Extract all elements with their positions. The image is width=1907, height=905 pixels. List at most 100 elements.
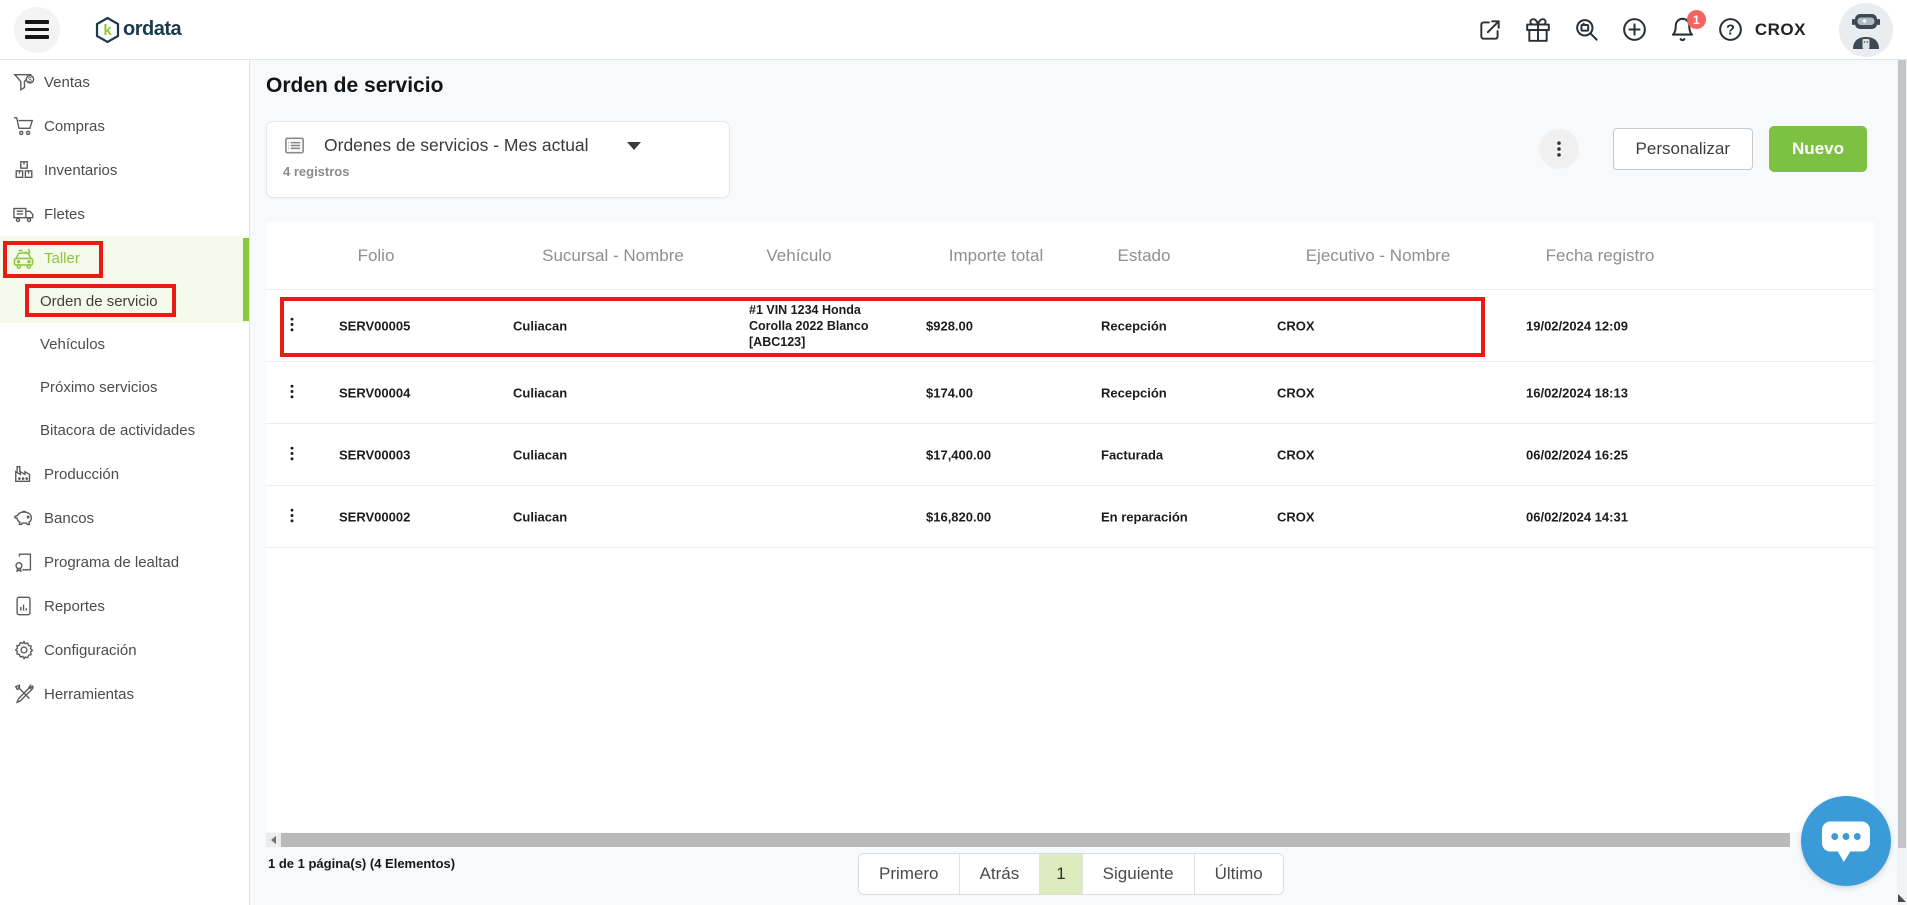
- sidebar-item-label: Bitacora de actividades: [40, 422, 195, 439]
- app-root: { "topbar": { "logo": { "letter": "k", "…: [0, 0, 1907, 905]
- cell-ejecutivo: CROX: [1277, 447, 1315, 462]
- sidebar-item-proximo-servicios[interactable]: Próximo servicios: [0, 366, 249, 409]
- logo-text: ordata: [123, 18, 181, 41]
- service-orders-table: Folio Sucursal - Nombre Vehículo Importe…: [266, 222, 1874, 832]
- advanced-search-icon[interactable]: [1573, 16, 1600, 43]
- notifications-bell-icon[interactable]: 1: [1669, 16, 1696, 43]
- pagination: Primero Atrás 1 Siguiente Último: [858, 853, 1284, 895]
- sidebar-active-section: Taller Orden de servicio: [0, 236, 249, 323]
- pagination-next-button[interactable]: Siguiente: [1082, 854, 1194, 894]
- sidebar-item-label: Taller: [44, 250, 80, 267]
- sidebar-item-bancos[interactable]: Bancos: [0, 496, 249, 540]
- row-actions-button[interactable]: [284, 505, 300, 528]
- sidebar-item-herramientas[interactable]: Herramientas: [0, 672, 249, 716]
- cell-folio: SERV00005: [339, 318, 410, 333]
- cell-importe: $17,400.00: [926, 447, 991, 462]
- cell-estado: Facturada: [1101, 447, 1163, 462]
- cell-ejecutivo: CROX: [1277, 318, 1315, 333]
- sidebar-item-configuracion[interactable]: Configuración: [0, 628, 249, 672]
- hamburger-menu-button[interactable]: [14, 7, 60, 53]
- tools-icon: [10, 681, 38, 707]
- sidebar-item-fletes[interactable]: Fletes: [0, 192, 249, 236]
- cell-folio: SERV00002: [339, 509, 410, 524]
- sidebar-item-label: Vehículos: [40, 336, 105, 353]
- sales-funnel-icon: $: [10, 69, 38, 95]
- svg-text:$: $: [28, 77, 32, 84]
- cell-estado: Recepción: [1101, 318, 1167, 333]
- sidebar-item-programa-de-lealtad[interactable]: Programa de lealtad: [0, 540, 249, 584]
- user-avatar[interactable]: [1839, 3, 1893, 57]
- sidebar-item-label: Fletes: [44, 206, 85, 223]
- kebab-icon: [1549, 139, 1569, 159]
- sidebar-item-taller[interactable]: Taller: [0, 236, 249, 280]
- sidebar-item-vehiculos[interactable]: Vehículos: [0, 323, 249, 366]
- create-new-icon[interactable]: [1621, 16, 1648, 43]
- main-content: Orden de servicio Ordenes de servicios -…: [250, 60, 1897, 905]
- pagination-prev-button[interactable]: Atrás: [959, 854, 1040, 894]
- sidebar-item-inventarios[interactable]: Inventarios: [0, 148, 249, 192]
- sidebar: $ Ventas Compras Inventarios Fletes Tall…: [0, 60, 250, 905]
- cell-importe: $174.00: [926, 385, 973, 400]
- cell-fecha: 16/02/2024 18:13: [1526, 385, 1628, 400]
- sidebar-item-label: Bancos: [44, 510, 94, 527]
- user-name-label[interactable]: CROX: [1755, 20, 1806, 40]
- shopping-cart-icon: [10, 113, 38, 139]
- table-row[interactable]: SERV00004 Culiacan $174.00 Recepción CRO…: [266, 362, 1874, 424]
- pagination-first-button[interactable]: Primero: [859, 854, 959, 894]
- column-header-estado[interactable]: Estado: [1118, 246, 1171, 266]
- column-header-importe[interactable]: Importe total: [949, 246, 1044, 266]
- list-view-icon: [283, 134, 306, 157]
- table-row[interactable]: SERV00005 Culiacan #1 VIN 1234 Honda Cor…: [266, 290, 1874, 362]
- sidebar-item-bitacora-de-actividades[interactable]: Bitacora de actividades: [0, 409, 249, 452]
- column-header-ejecutivo[interactable]: Ejecutivo - Nombre: [1306, 246, 1451, 266]
- table-header-row: Folio Sucursal - Nombre Vehículo Importe…: [266, 222, 1874, 290]
- record-count: 4 registros: [283, 164, 713, 179]
- gifts-icon[interactable]: [1525, 16, 1552, 43]
- column-header-folio[interactable]: Folio: [358, 246, 395, 266]
- sidebar-item-ventas[interactable]: $ Ventas: [0, 60, 249, 104]
- piggy-bank-icon: [10, 505, 38, 531]
- loyalty-document-icon: [10, 549, 38, 575]
- topbar-actions: 1 ? CROX: [1477, 3, 1897, 57]
- sidebar-item-label: Inventarios: [44, 162, 117, 179]
- row-actions-button[interactable]: [284, 381, 300, 404]
- new-button[interactable]: Nuevo: [1769, 126, 1867, 172]
- sidebar-item-label: Próximo servicios: [40, 379, 158, 396]
- sidebar-item-label: Herramientas: [44, 686, 134, 703]
- cell-estado: En reparación: [1101, 509, 1188, 524]
- vertical-scrollbar-thumb[interactable]: [1898, 60, 1906, 848]
- cell-sucursal: Culiacan: [513, 447, 567, 462]
- freight-truck-icon: [10, 201, 38, 227]
- pagination-page-1-button[interactable]: 1: [1039, 854, 1081, 894]
- view-filter-dropdown[interactable]: Ordenes de servicios - Mes actual 4 regi…: [266, 121, 730, 198]
- kordata-logo[interactable]: k ordata: [94, 16, 181, 44]
- open-new-window-icon[interactable]: [1477, 16, 1504, 43]
- horizontal-scrollbar-thumb[interactable]: [281, 833, 1790, 847]
- cell-fecha: 06/02/2024 16:25: [1526, 447, 1628, 462]
- kebab-icon: [284, 381, 300, 401]
- row-actions-button[interactable]: [284, 443, 300, 466]
- row-actions-button[interactable]: [284, 314, 300, 337]
- column-header-sucursal[interactable]: Sucursal - Nombre: [542, 246, 684, 266]
- personalize-button[interactable]: Personalizar: [1613, 128, 1754, 170]
- sidebar-item-compras[interactable]: Compras: [0, 104, 249, 148]
- cell-ejecutivo: CROX: [1277, 385, 1315, 400]
- sidebar-item-orden-de-servicio[interactable]: Orden de servicio: [0, 280, 249, 323]
- table-row[interactable]: SERV00002 Culiacan $16,820.00 En reparac…: [266, 486, 1874, 548]
- help-icon[interactable]: ?: [1717, 16, 1744, 43]
- column-header-vehiculo[interactable]: Vehículo: [766, 246, 831, 266]
- cell-folio: SERV00003: [339, 447, 410, 462]
- cell-importe: $16,820.00: [926, 509, 991, 524]
- inventory-boxes-icon: [10, 157, 38, 183]
- column-header-fecha[interactable]: Fecha registro: [1546, 246, 1655, 266]
- topbar: k ordata: [0, 0, 1907, 60]
- table-row[interactable]: SERV00003 Culiacan $17,400.00 Facturada …: [266, 424, 1874, 486]
- sidebar-item-produccion[interactable]: Producción: [0, 452, 249, 496]
- sidebar-item-reportes[interactable]: Reportes: [0, 584, 249, 628]
- cell-folio: SERV00004: [339, 385, 410, 400]
- scroll-left-arrow[interactable]: [266, 833, 281, 847]
- more-options-button[interactable]: [1539, 129, 1579, 169]
- chat-support-button[interactable]: [1801, 796, 1891, 886]
- pagination-last-button[interactable]: Último: [1194, 854, 1283, 894]
- sidebar-item-label: Orden de servicio: [40, 293, 158, 310]
